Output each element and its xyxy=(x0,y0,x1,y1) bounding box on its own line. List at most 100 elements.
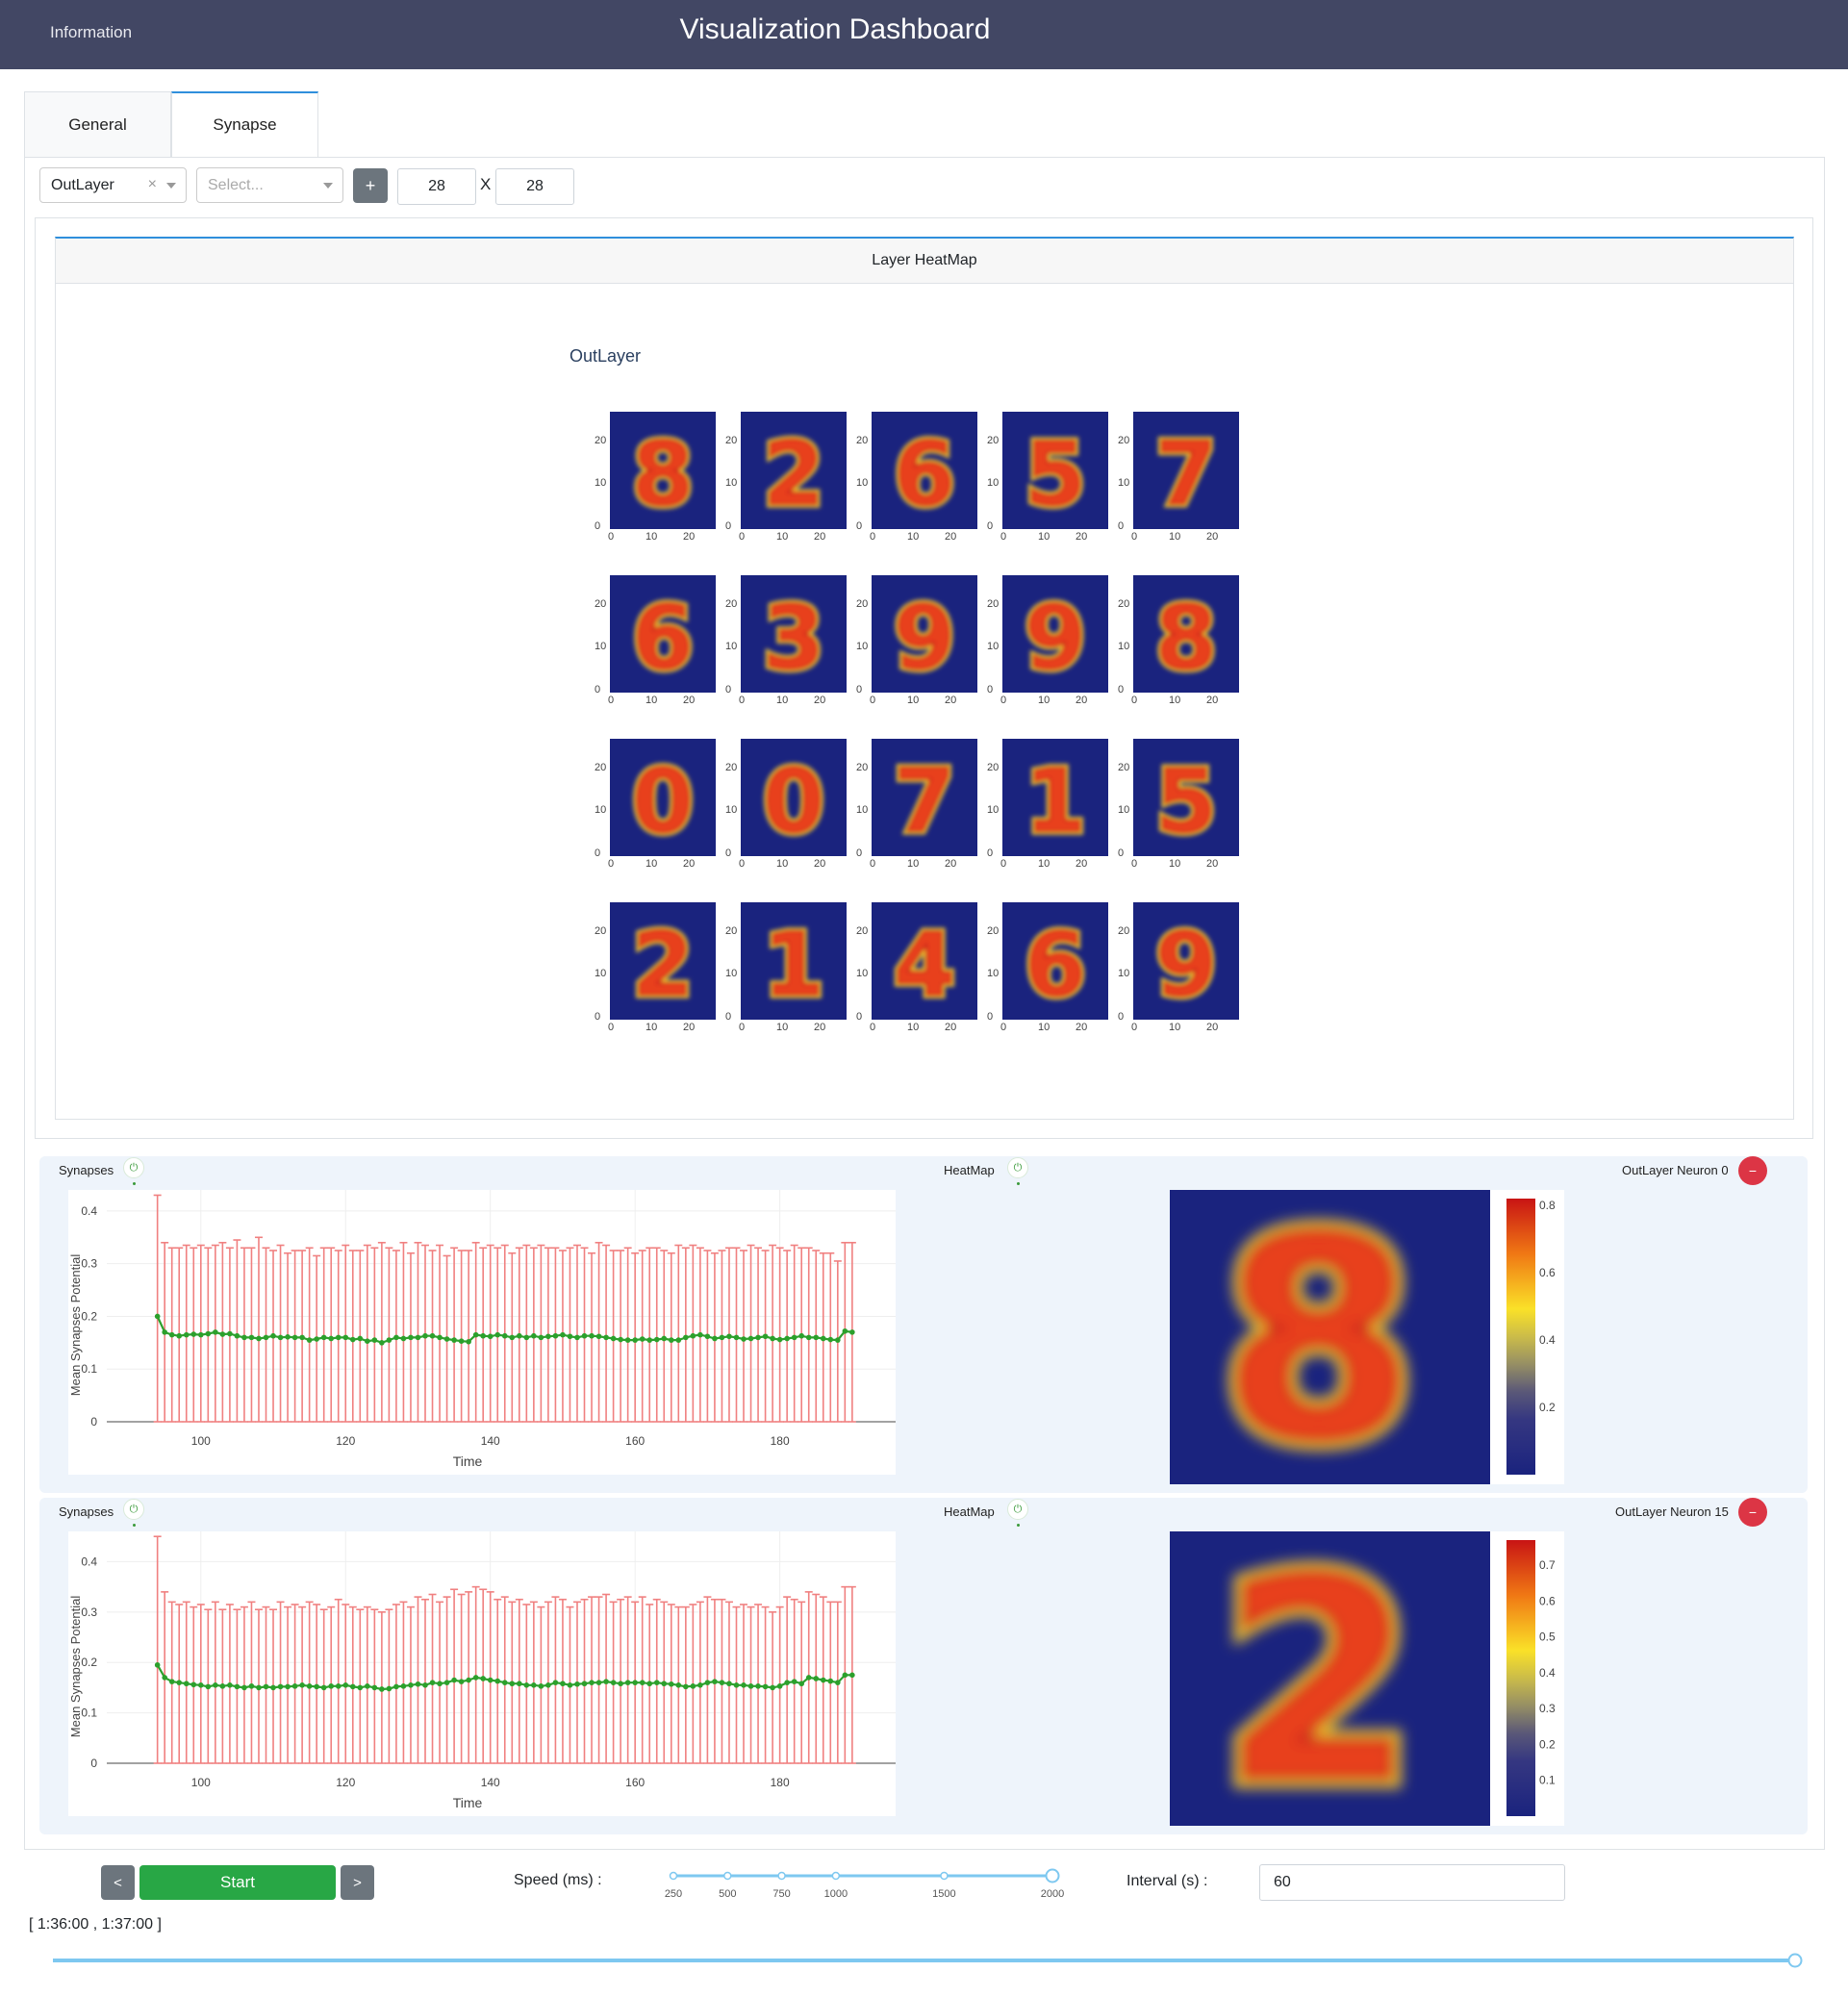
digit-heatmap-thumbnail: 000 xyxy=(610,739,716,856)
remove-plot-button[interactable]: − xyxy=(1738,1156,1767,1185)
y-tick-label: 20 xyxy=(725,435,738,446)
mean-point xyxy=(842,1672,848,1679)
x-tick-label: 10 xyxy=(1038,1022,1051,1033)
x-tick-label: 140 xyxy=(481,1434,500,1448)
mean-point xyxy=(661,1681,668,1687)
x-tick-label: 10 xyxy=(776,1022,789,1033)
mean-point xyxy=(610,1680,617,1685)
height-input[interactable]: 28 xyxy=(495,168,574,205)
mean-point xyxy=(791,1679,797,1684)
mean-point xyxy=(451,1677,457,1683)
power-icon[interactable]: ⏻ xyxy=(1007,1157,1028,1178)
x-tick-label: 10 xyxy=(1169,1022,1181,1033)
layer-select[interactable]: OutLayer × xyxy=(39,167,187,203)
slider-dot xyxy=(831,1871,841,1881)
clear-icon[interactable]: × xyxy=(148,176,157,193)
mean-point xyxy=(291,1683,298,1689)
y-tick-label: 10 xyxy=(856,968,869,979)
x-tick-label: 20 xyxy=(683,531,696,543)
mean-point xyxy=(675,1337,682,1343)
heatmap-label: HeatMap xyxy=(944,1504,995,1519)
mean-point xyxy=(437,1681,443,1687)
status-dot xyxy=(1017,1524,1020,1527)
mean-point xyxy=(552,1332,559,1339)
tab-synapse[interactable]: Synapse xyxy=(171,91,318,157)
mean-point xyxy=(277,1334,284,1341)
x-tick-label: 20 xyxy=(683,695,696,706)
y-tick-label: 0 xyxy=(987,1011,994,1023)
card-header: Layer HeatMap xyxy=(56,239,1793,284)
y-tick-label: 10 xyxy=(595,804,607,816)
mean-point xyxy=(197,1681,204,1688)
y-tick-label: 20 xyxy=(595,762,607,773)
x-tick-label: 10 xyxy=(907,531,920,543)
speed-slider[interactable]: 250 500 750 1000 1500 2000 xyxy=(664,1866,1077,1905)
mean-point xyxy=(581,1332,588,1339)
slider-dot xyxy=(669,1871,678,1881)
x-tick-label: 0 xyxy=(1131,695,1138,706)
digit-heatmap-thumbnail: 666 xyxy=(872,412,977,529)
y-tick-label: 20 xyxy=(987,925,1000,937)
mean-point xyxy=(494,1331,501,1338)
digit-heatmap-thumbnail: 999 xyxy=(1002,575,1108,693)
time-range-label: [ 1:36:00 , 1:37:00 ] xyxy=(29,1916,162,1933)
x-tick-label: 120 xyxy=(336,1434,355,1448)
mean-point xyxy=(371,1684,378,1691)
tab-general[interactable]: General xyxy=(24,91,171,157)
colorbar xyxy=(1506,1540,1535,1816)
mean-point xyxy=(603,1334,609,1341)
start-button[interactable]: Start xyxy=(139,1865,336,1900)
mean-point xyxy=(690,1332,696,1339)
timeline-slider[interactable] xyxy=(48,1949,1809,1972)
status-dot xyxy=(133,1524,136,1527)
next-button[interactable]: > xyxy=(341,1865,374,1900)
x-tick-label: 20 xyxy=(945,858,957,870)
status-dot xyxy=(133,1182,136,1185)
mean-point xyxy=(639,1336,646,1342)
mean-point xyxy=(581,1681,588,1687)
svg-text:8: 8 xyxy=(632,423,694,526)
interval-label: Interval (s) : xyxy=(1127,1873,1208,1889)
timeline-handle xyxy=(1787,1953,1803,1968)
interval-input[interactable]: 60 xyxy=(1259,1864,1565,1901)
x-tick-label: 0 xyxy=(1000,695,1007,706)
mean-point xyxy=(784,1680,790,1685)
power-icon[interactable]: ⏻ xyxy=(123,1499,144,1520)
mean-point xyxy=(256,1684,262,1691)
mean-point xyxy=(320,1334,327,1341)
width-input[interactable]: 28 xyxy=(397,168,476,205)
power-icon[interactable]: ⏻ xyxy=(1007,1499,1028,1520)
add-plot-button[interactable]: + xyxy=(353,168,388,203)
previous-button[interactable]: < xyxy=(101,1865,135,1900)
x-tick-label: 0 xyxy=(870,531,876,543)
mean-point xyxy=(560,1681,566,1687)
plot-row-neuron-15: Synapses ⏻ HeatMap ⏻ OutLayer Neuron 15 … xyxy=(39,1498,1808,1834)
mean-point xyxy=(241,1334,247,1341)
x-tick-label: 0 xyxy=(1000,1022,1007,1033)
neuron-select[interactable]: Select... xyxy=(196,167,343,203)
y-tick-label: 0 xyxy=(90,1757,97,1770)
mean-point xyxy=(646,1337,653,1343)
synapses-label: Synapses xyxy=(59,1163,114,1177)
mean-point xyxy=(517,1332,522,1339)
mean-point xyxy=(227,1330,233,1337)
y-tick-label: 10 xyxy=(1118,968,1130,979)
colorbar-tick-label: 0.4 xyxy=(1539,1666,1556,1680)
mean-point xyxy=(820,1335,826,1342)
x-tick-label: 10 xyxy=(646,1022,658,1033)
digit-heatmap-thumbnail: 888 xyxy=(610,412,716,529)
mean-point xyxy=(285,1683,291,1690)
slider-tick-label: 2000 xyxy=(1041,1888,1064,1900)
y-tick-label: 0 xyxy=(1118,847,1125,859)
y-tick-label: 10 xyxy=(1118,641,1130,652)
remove-plot-button[interactable]: − xyxy=(1738,1498,1767,1527)
y-tick-label: 10 xyxy=(987,641,1000,652)
y-tick-label: 0 xyxy=(725,1011,732,1023)
x-tick-label: 0 xyxy=(870,695,876,706)
mean-point xyxy=(697,1331,703,1338)
y-tick-label: 0.3 xyxy=(81,1257,97,1271)
power-icon[interactable]: ⏻ xyxy=(123,1157,144,1178)
y-tick-label: 10 xyxy=(856,641,869,652)
mean-point xyxy=(712,1335,718,1342)
mean-point xyxy=(472,1675,479,1681)
